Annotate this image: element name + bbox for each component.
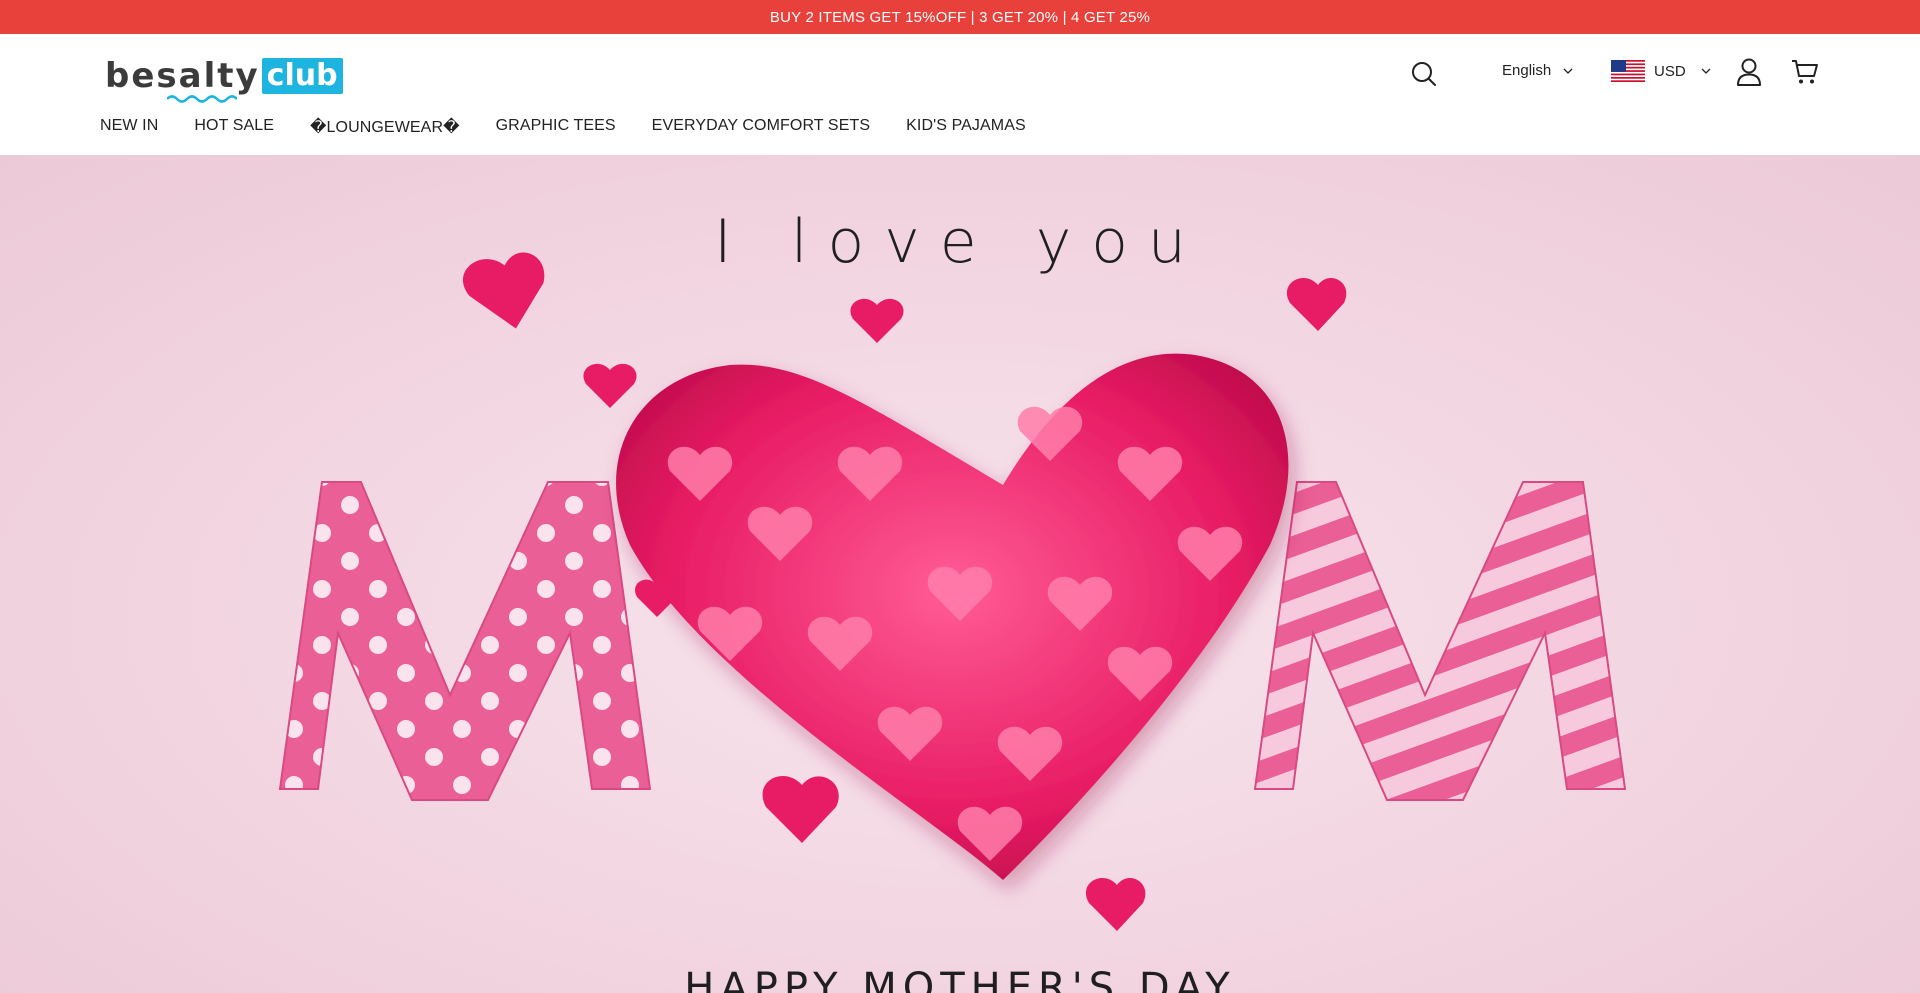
letter-m-left [278, 481, 652, 801]
chevron-down-icon [1563, 68, 1573, 74]
letter-m-right [1253, 481, 1627, 801]
language-label: English [1502, 62, 1552, 79]
search-icon [1412, 62, 1436, 86]
logo-wave-icon [167, 95, 237, 103]
announcement-text: BUY 2 ITEMS GET 15%OFF | 3 GET 20% | 4 G… [769, 8, 1151, 26]
user-icon [1737, 58, 1761, 86]
cart-icon [1792, 60, 1818, 84]
hero-artwork [278, 252, 1627, 931]
search-button[interactable] [1410, 60, 1438, 88]
cart-button[interactable] [1791, 58, 1819, 86]
account-button[interactable] [1735, 57, 1763, 87]
currency-selector[interactable]: USD [1611, 60, 1711, 82]
currency-label: USD [1654, 62, 1686, 80]
nav-item-everyday-comfort-sets[interactable]: EVERYDAY COMFORT SETS [652, 117, 870, 137]
chevron-down-icon [1701, 68, 1711, 74]
nav-item-graphic-tees[interactable]: GRAPHIC TEES [496, 117, 616, 137]
language-selector[interactable]: English [1502, 62, 1573, 79]
nav-item-hot-sale[interactable]: HOT SALE [194, 117, 274, 137]
nav-item-kids-pajamas[interactable]: KID'S PAJAMAS [906, 117, 1026, 137]
site-logo[interactable]: besalty club [105, 54, 343, 103]
main-nav: NEW IN HOT SALE �LOUNGEWEAR� GRAPHIC TEE… [100, 117, 1026, 137]
announcement-bar: BUY 2 ITEMS GET 15%OFF | 3 GET 20% | 4 G… [0, 0, 1920, 34]
logo-main-text: besalty [105, 56, 260, 96]
hero-title: I love you [714, 207, 1206, 277]
hero-banner[interactable]: I love you HAPPY MOTHER'S DAY [0, 155, 1920, 993]
nav-item-loungewear[interactable]: �LOUNGEWEAR� [310, 117, 460, 137]
logo-accent-text: club [261, 58, 343, 94]
hero-subtitle: HAPPY MOTHER'S DAY [684, 965, 1236, 993]
nav-item-new-in[interactable]: NEW IN [100, 117, 158, 137]
us-flag-icon [1611, 60, 1645, 82]
